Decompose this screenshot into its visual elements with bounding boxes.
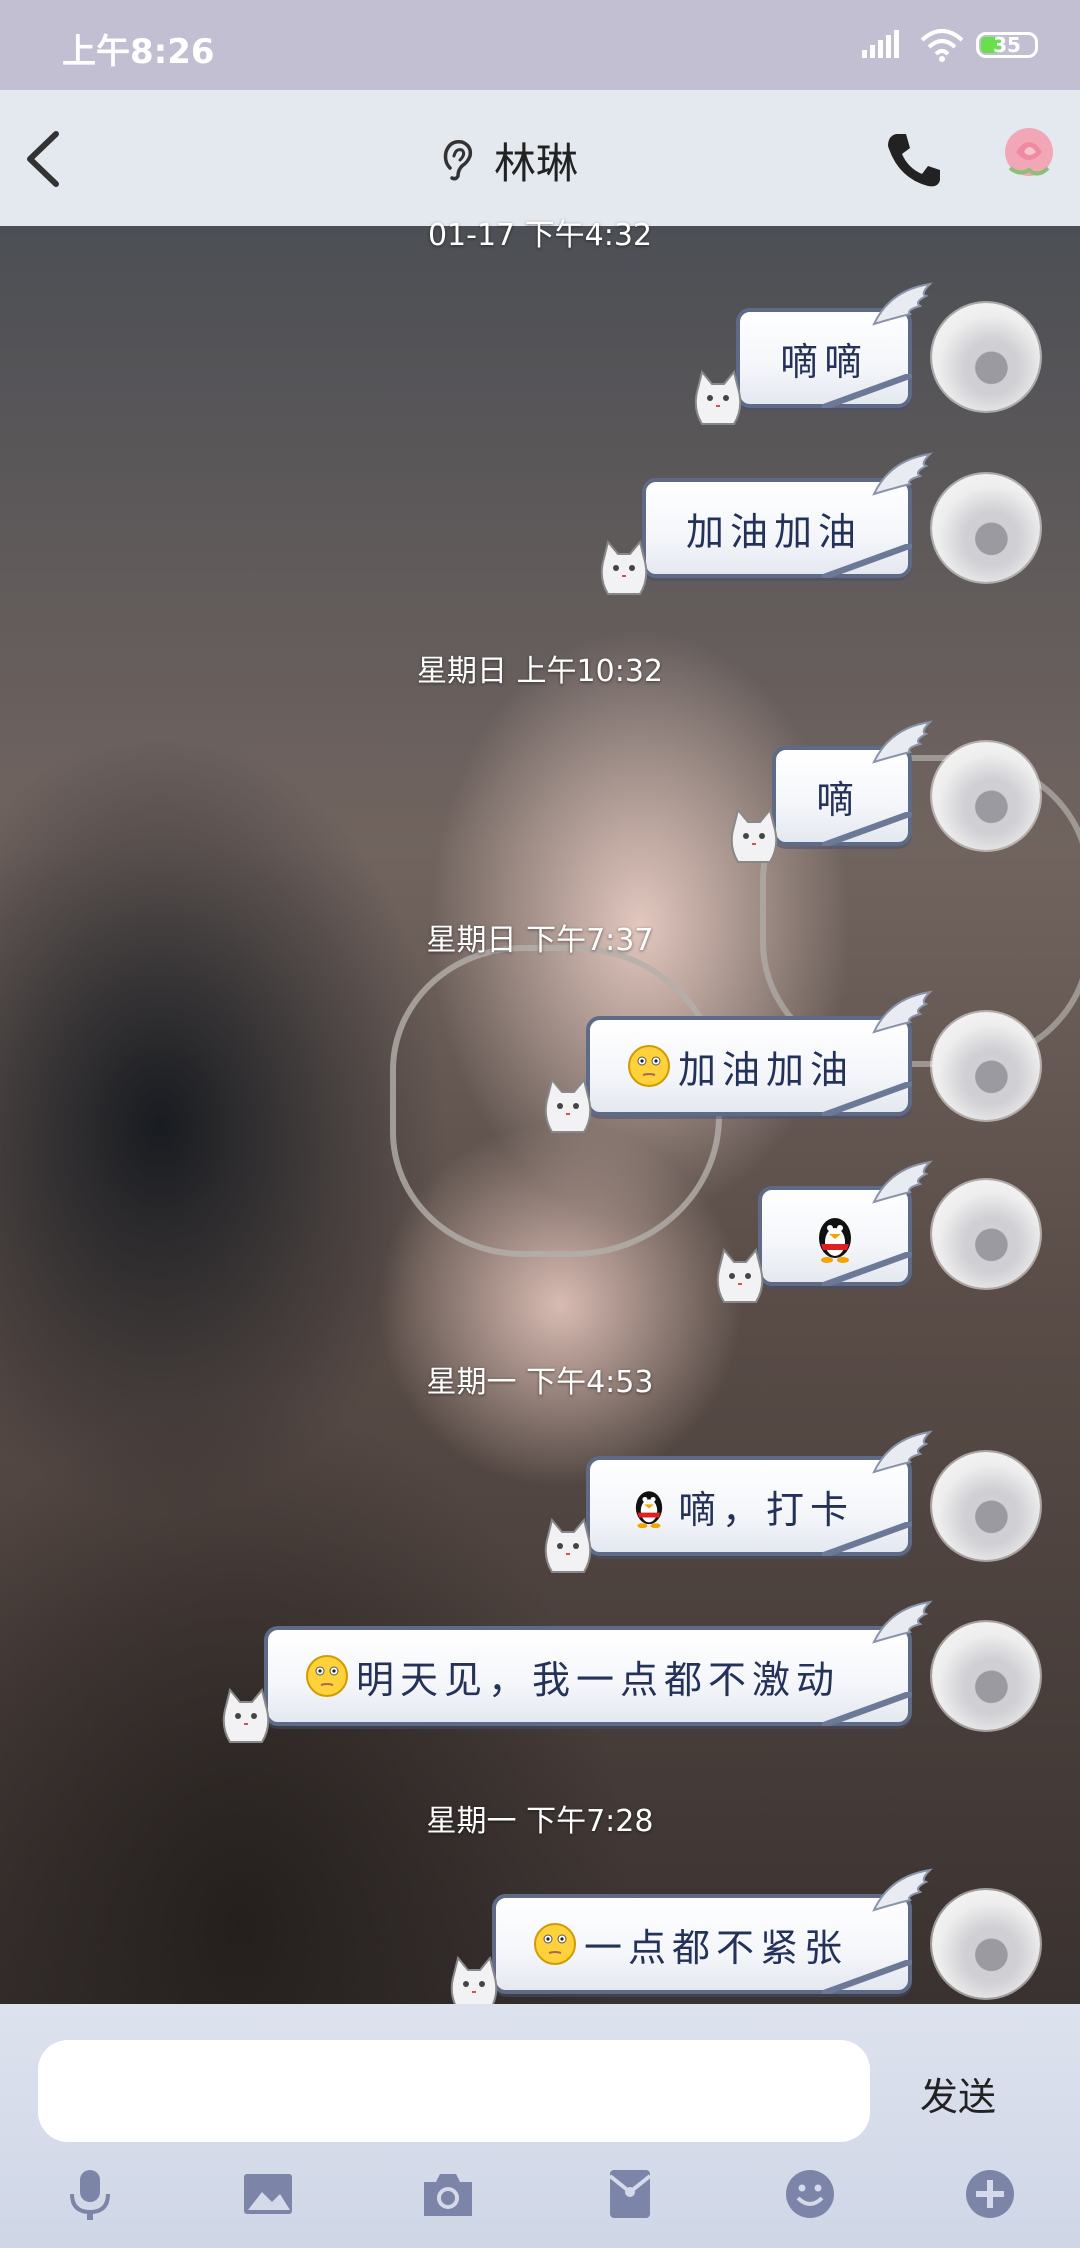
cat-decoration-icon xyxy=(222,1687,270,1743)
message-bubble[interactable]: 加油加油 xyxy=(600,452,933,595)
timestamp: 星期日 下午7:37 xyxy=(426,923,654,958)
message-bubble[interactable]: 嘀嘀 xyxy=(694,282,933,425)
image-icon[interactable] xyxy=(240,2166,296,2222)
cat-decoration-icon xyxy=(544,1517,592,1573)
smiley-face-icon xyxy=(306,1655,348,1697)
cat-decoration-icon xyxy=(730,807,778,863)
send-button[interactable]: 发送 xyxy=(920,2066,996,2121)
emoji-icon[interactable] xyxy=(782,2166,838,2222)
chat-header: 林琳 xyxy=(0,90,1080,226)
wing-decoration-icon xyxy=(872,720,933,764)
avatar[interactable] xyxy=(932,474,1040,582)
avatar[interactable] xyxy=(932,742,1040,850)
wing-decoration-icon xyxy=(872,990,933,1034)
message-bubble[interactable]: 加油加油 xyxy=(544,990,933,1133)
avatar[interactable] xyxy=(932,1012,1040,1120)
avatar[interactable] xyxy=(932,1622,1040,1730)
chat-title-area[interactable]: 林琳 xyxy=(440,132,578,188)
cat-decoration-icon xyxy=(694,369,742,425)
wing-decoration-icon xyxy=(872,1160,933,1204)
plus-icon[interactable] xyxy=(962,2166,1018,2222)
wing-decoration-icon xyxy=(872,1430,933,1474)
penguin-icon xyxy=(635,1491,663,1529)
avatar[interactable] xyxy=(932,1452,1040,1560)
camera-icon[interactable] xyxy=(420,2166,476,2222)
message-bubble[interactable] xyxy=(716,1160,933,1303)
avatar[interactable] xyxy=(932,1890,1040,1998)
wifi-icon xyxy=(920,29,964,62)
avatar[interactable] xyxy=(932,1180,1040,1288)
timestamp: 星期一 下午4:53 xyxy=(426,1365,654,1400)
battery-icon: 35 xyxy=(976,32,1038,58)
signal-icon xyxy=(862,30,899,58)
status-time: 上午8:26 xyxy=(62,32,215,72)
message-text: 一点都不紧张 xyxy=(584,1925,849,1970)
smiley-face-icon xyxy=(628,1045,670,1087)
message-text: 明天见，我一点都不激动 xyxy=(356,1657,841,1702)
cat-decoration-icon xyxy=(544,1077,592,1133)
timestamp: 星期日 上午10:32 xyxy=(417,654,663,689)
avatar[interactable] xyxy=(932,303,1040,411)
message-bubble[interactable]: 嘀，打卡 xyxy=(544,1430,933,1573)
wing-decoration-icon xyxy=(872,1868,933,1912)
page-title: 林琳 xyxy=(494,138,579,188)
wing-decoration-icon xyxy=(872,452,933,496)
message-input[interactable] xyxy=(38,2040,870,2142)
phone-call-icon[interactable] xyxy=(882,128,946,192)
battery-level: 35 xyxy=(993,33,1021,57)
timestamp: 01-17 下午4:32 xyxy=(427,218,653,253)
wing-decoration-icon xyxy=(872,282,933,326)
rose-icon[interactable] xyxy=(996,122,1062,188)
status-bar: 上午8:26 35 xyxy=(0,0,1080,90)
message-bubble[interactable]: 一点都不紧张 xyxy=(450,1868,933,2011)
back-arrow-icon[interactable] xyxy=(14,126,74,192)
microphone-icon[interactable] xyxy=(62,2166,118,2222)
input-bar: 发送 xyxy=(0,2004,1080,2248)
message-bubble[interactable]: 嘀 xyxy=(730,720,933,863)
message-bubble[interactable]: 明天见，我一点都不激动 xyxy=(222,1600,933,1743)
smiley-face-icon xyxy=(534,1923,576,1965)
timestamp: 星期一 下午7:28 xyxy=(426,1804,654,1839)
ear-icon xyxy=(443,139,473,181)
wing-decoration-icon xyxy=(872,1600,933,1644)
cat-decoration-icon xyxy=(600,539,648,595)
red-packet-icon[interactable] xyxy=(602,2166,658,2222)
cat-decoration-icon xyxy=(716,1247,764,1303)
